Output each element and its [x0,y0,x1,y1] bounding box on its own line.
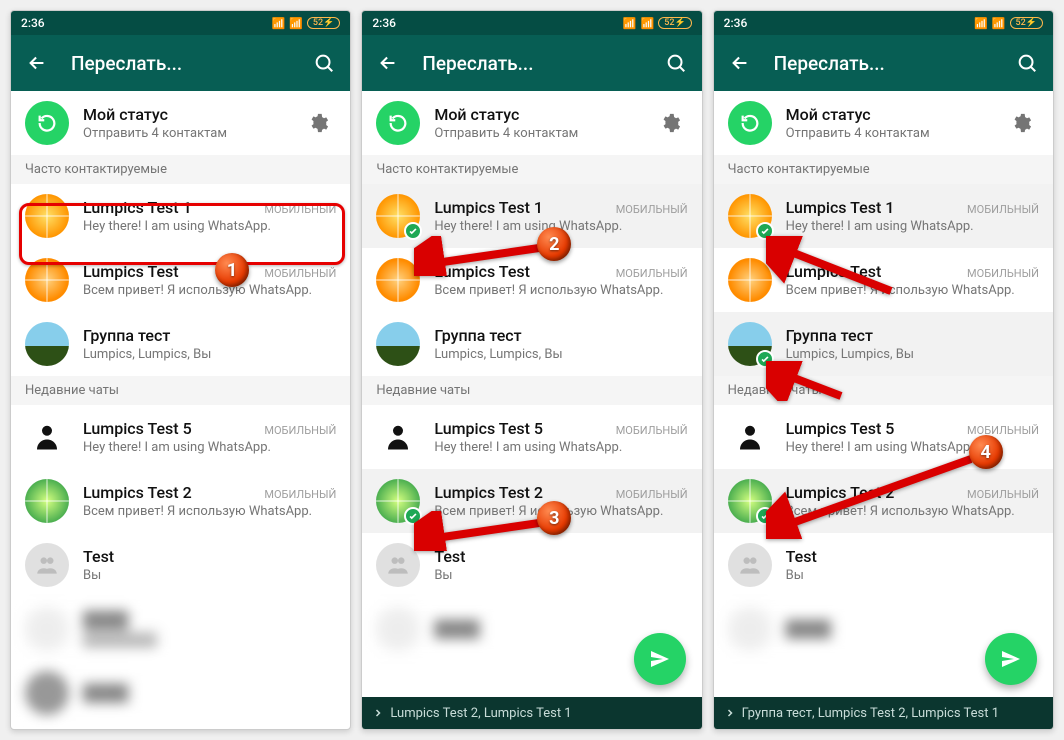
clock: 2:36 [21,16,45,30]
contact-group[interactable]: Группа тестLumpics, Lumpics, Вы [362,312,701,376]
contact-test[interactable]: TestВы [362,533,701,597]
send-fab[interactable] [634,633,686,685]
section-frequent: Часто контактируемые [11,155,350,184]
contact-list[interactable]: Мой статус Отправить 4 контактам Часто к… [11,91,350,729]
back-button[interactable] [19,45,55,81]
search-button[interactable] [658,45,694,81]
contact-test[interactable]: Test Вы [11,533,350,597]
contact-lumpics[interactable]: Lumpics TestМОБИЛЬНЫЙВсем привет! Я испо… [714,248,1053,312]
contact-lumpics1[interactable]: Lumpics Test 1МОБИЛЬНЫЙHey there! I am u… [362,184,701,248]
android-status-bar: 2:36 📶📶52⚡ [362,11,701,35]
status-settings-button[interactable] [652,105,688,141]
my-status-row[interactable]: Мой статус Отправить 4 контактам [11,91,350,155]
contact-lumpics5[interactable]: Lumpics Test 5МОБИЛЬНЫЙ Hey there! I am … [11,405,350,469]
contact-lumpics[interactable]: Lumpics TestМОБИЛЬНЫЙ Всем привет! Я исп… [11,248,350,312]
android-status-bar: 2:36 📶 📶 52⚡ [11,11,350,35]
contact-lumpics2[interactable]: Lumpics Test 2МОБИЛЬНЫЙВсем привет! Я ис… [714,469,1053,533]
status-settings-button[interactable] [1003,105,1039,141]
back-button[interactable] [722,45,758,81]
clock: 2:36 [724,16,748,30]
blurred-row: ████████████ [11,597,350,661]
selected-check-icon [756,350,774,368]
avatar-person-icon [25,415,69,459]
status-title: Мой статус [83,105,168,124]
contact-lumpics2[interactable]: Lumpics Test 2МОБИЛЬНЫЙВсем привет! Я ис… [362,469,701,533]
search-button[interactable] [306,45,342,81]
app-bar: Переслать... [362,35,701,91]
avatar-citrus-icon [25,194,69,238]
contact-group[interactable]: Группа тестLumpics, Lumpics, Вы [714,312,1053,376]
my-status-row[interactable]: Мой статусОтправить 4 контактам [714,91,1053,155]
clock: 2:36 [372,16,396,30]
screen-1: 2:36 📶 📶 52⚡ Переслать... Мой статус Отп… [10,10,351,730]
my-status-row[interactable]: Мой статусОтправить 4 контактам [362,91,701,155]
avatar-lime-icon [25,479,69,523]
avatar-orange-icon [25,258,69,302]
contact-test[interactable]: TestВы [714,533,1053,597]
wifi-icon: 📶 [289,17,303,30]
android-status-bar: 2:36 📶📶52⚡ [714,11,1053,35]
selected-recipients-bar: Lumpics Test 2, Lumpics Test 1 [362,697,701,729]
avatar-group-icon [25,543,69,587]
selected-check-icon [756,507,774,525]
screen-3: 2:36 📶📶52⚡ Переслать... Мой статусОтправ… [713,10,1054,730]
selected-check-icon [404,222,422,240]
blurred-row: ████ [11,661,350,725]
chevron-right-icon [724,707,736,719]
contact-lumpics1[interactable]: Lumpics Test 1МОБИЛЬНЫЙ Hey there! I am … [11,184,350,248]
contact-lumpics5[interactable]: Lumpics Test 5МОБИЛЬНЫЙHey there! I am u… [362,405,701,469]
send-fab[interactable] [985,633,1037,685]
app-bar: Переслать... [11,35,350,91]
status-settings-button[interactable] [300,105,336,141]
section-recent: Недавние чаты [11,376,350,405]
chevron-right-icon [372,707,384,719]
battery-indicator: 52⚡ [307,17,340,29]
contact-lumpics5[interactable]: Lumpics Test 5МОБИЛЬНЫЙHey there! I am u… [714,405,1053,469]
selected-check-icon [756,222,774,240]
selected-check-icon [404,507,422,525]
contact-group[interactable]: Группа тест Lumpics, Lumpics, Вы [11,312,350,376]
screen-2: 2:36 📶📶52⚡ Переслать... Мой статусОтправ… [361,10,702,730]
selected-recipients-bar: Группа тест, Lumpics Test 2, Lumpics Tes… [714,697,1053,729]
contact-lumpics1[interactable]: Lumpics Test 1МОБИЛЬНЫЙHey there! I am u… [714,184,1053,248]
contact-list[interactable]: Мой статусОтправить 4 контактам Часто ко… [362,91,701,729]
status-avatar-icon [376,101,420,145]
status-icons: 📶 📶 52⚡ [271,17,340,30]
signal-icon: 📶 [271,17,285,30]
contact-lumpics2[interactable]: Lumpics Test 2МОБИЛЬНЫЙ Всем привет! Я и… [11,469,350,533]
status-avatar-icon [25,101,69,145]
avatar-landscape-icon [25,322,69,366]
search-button[interactable] [1009,45,1045,81]
status-subtitle: Отправить 4 контактам [83,126,286,141]
contact-lumpics[interactable]: Lumpics TestМОБИЛЬНЫЙВсем привет! Я испо… [362,248,701,312]
app-bar-title: Переслать... [71,52,290,75]
back-button[interactable] [370,45,406,81]
app-bar: Переслать... [714,35,1053,91]
